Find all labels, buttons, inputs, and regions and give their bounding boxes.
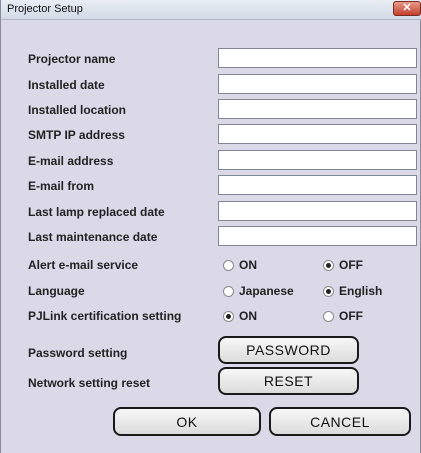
pjlink-on-option[interactable]: ON [223, 309, 257, 323]
smtp-ip-address-input[interactable] [218, 124, 417, 144]
language-japanese-option[interactable]: Japanese [223, 284, 294, 298]
alert-email-service-label: Alert e-mail service [28, 258, 139, 272]
pjlink-off-option[interactable]: OFF [323, 309, 363, 323]
password-setting-label: Password setting [28, 346, 128, 360]
network-setting-reset-label: Network setting reset [28, 376, 151, 390]
radio-icon [223, 285, 234, 297]
email-from-label: E-mail from [28, 179, 95, 193]
projector-setup-dialog: Projector Setup ✕ Projector name Install… [0, 0, 421, 453]
smtp-ip-address-label: SMTP IP address [28, 128, 125, 142]
password-button[interactable]: PASSWORD [218, 336, 359, 364]
radio-icon [323, 310, 334, 322]
close-icon: ✕ [402, 2, 412, 14]
language-label: Language [28, 284, 85, 298]
close-button[interactable]: ✕ [393, 1, 421, 16]
alert-email-off-option[interactable]: OFF [323, 258, 363, 272]
ok-button[interactable]: OK [113, 407, 261, 436]
title-bar[interactable]: Projector Setup ✕ [1, 0, 421, 20]
last-lamp-replaced-date-label: Last lamp replaced date [28, 205, 165, 219]
radio-selected-icon [223, 310, 234, 322]
installed-location-label: Installed location [28, 103, 127, 117]
language-english-label: English [339, 284, 383, 298]
language-japanese-label: Japanese [239, 284, 294, 298]
reset-button[interactable]: RESET [218, 367, 359, 395]
installed-date-label: Installed date [28, 78, 105, 92]
projector-name-input[interactable] [218, 48, 417, 68]
cancel-button[interactable]: CANCEL [269, 407, 411, 436]
email-from-input[interactable] [218, 175, 417, 195]
alert-email-on-option[interactable]: ON [223, 258, 257, 272]
alert-email-off-label: OFF [339, 258, 363, 272]
radio-selected-icon [323, 259, 334, 271]
email-address-input[interactable] [218, 150, 417, 170]
installed-date-input[interactable] [218, 74, 417, 94]
last-lamp-replaced-date-input[interactable] [218, 201, 417, 221]
last-maintenance-date-input[interactable] [218, 226, 417, 246]
last-maintenance-date-label: Last maintenance date [28, 230, 158, 244]
pjlink-on-label: ON [239, 309, 257, 323]
pjlink-certification-label: PJLink certification setting [28, 309, 182, 323]
installed-location-input[interactable] [218, 99, 417, 119]
radio-icon [223, 259, 234, 271]
projector-name-label: Projector name [28, 52, 116, 66]
language-english-option[interactable]: English [323, 284, 382, 298]
email-address-label: E-mail address [28, 154, 114, 168]
pjlink-off-label: OFF [339, 309, 363, 323]
window-title: Projector Setup [7, 3, 83, 15]
radio-selected-icon [323, 285, 334, 297]
alert-email-on-label: ON [239, 258, 257, 272]
